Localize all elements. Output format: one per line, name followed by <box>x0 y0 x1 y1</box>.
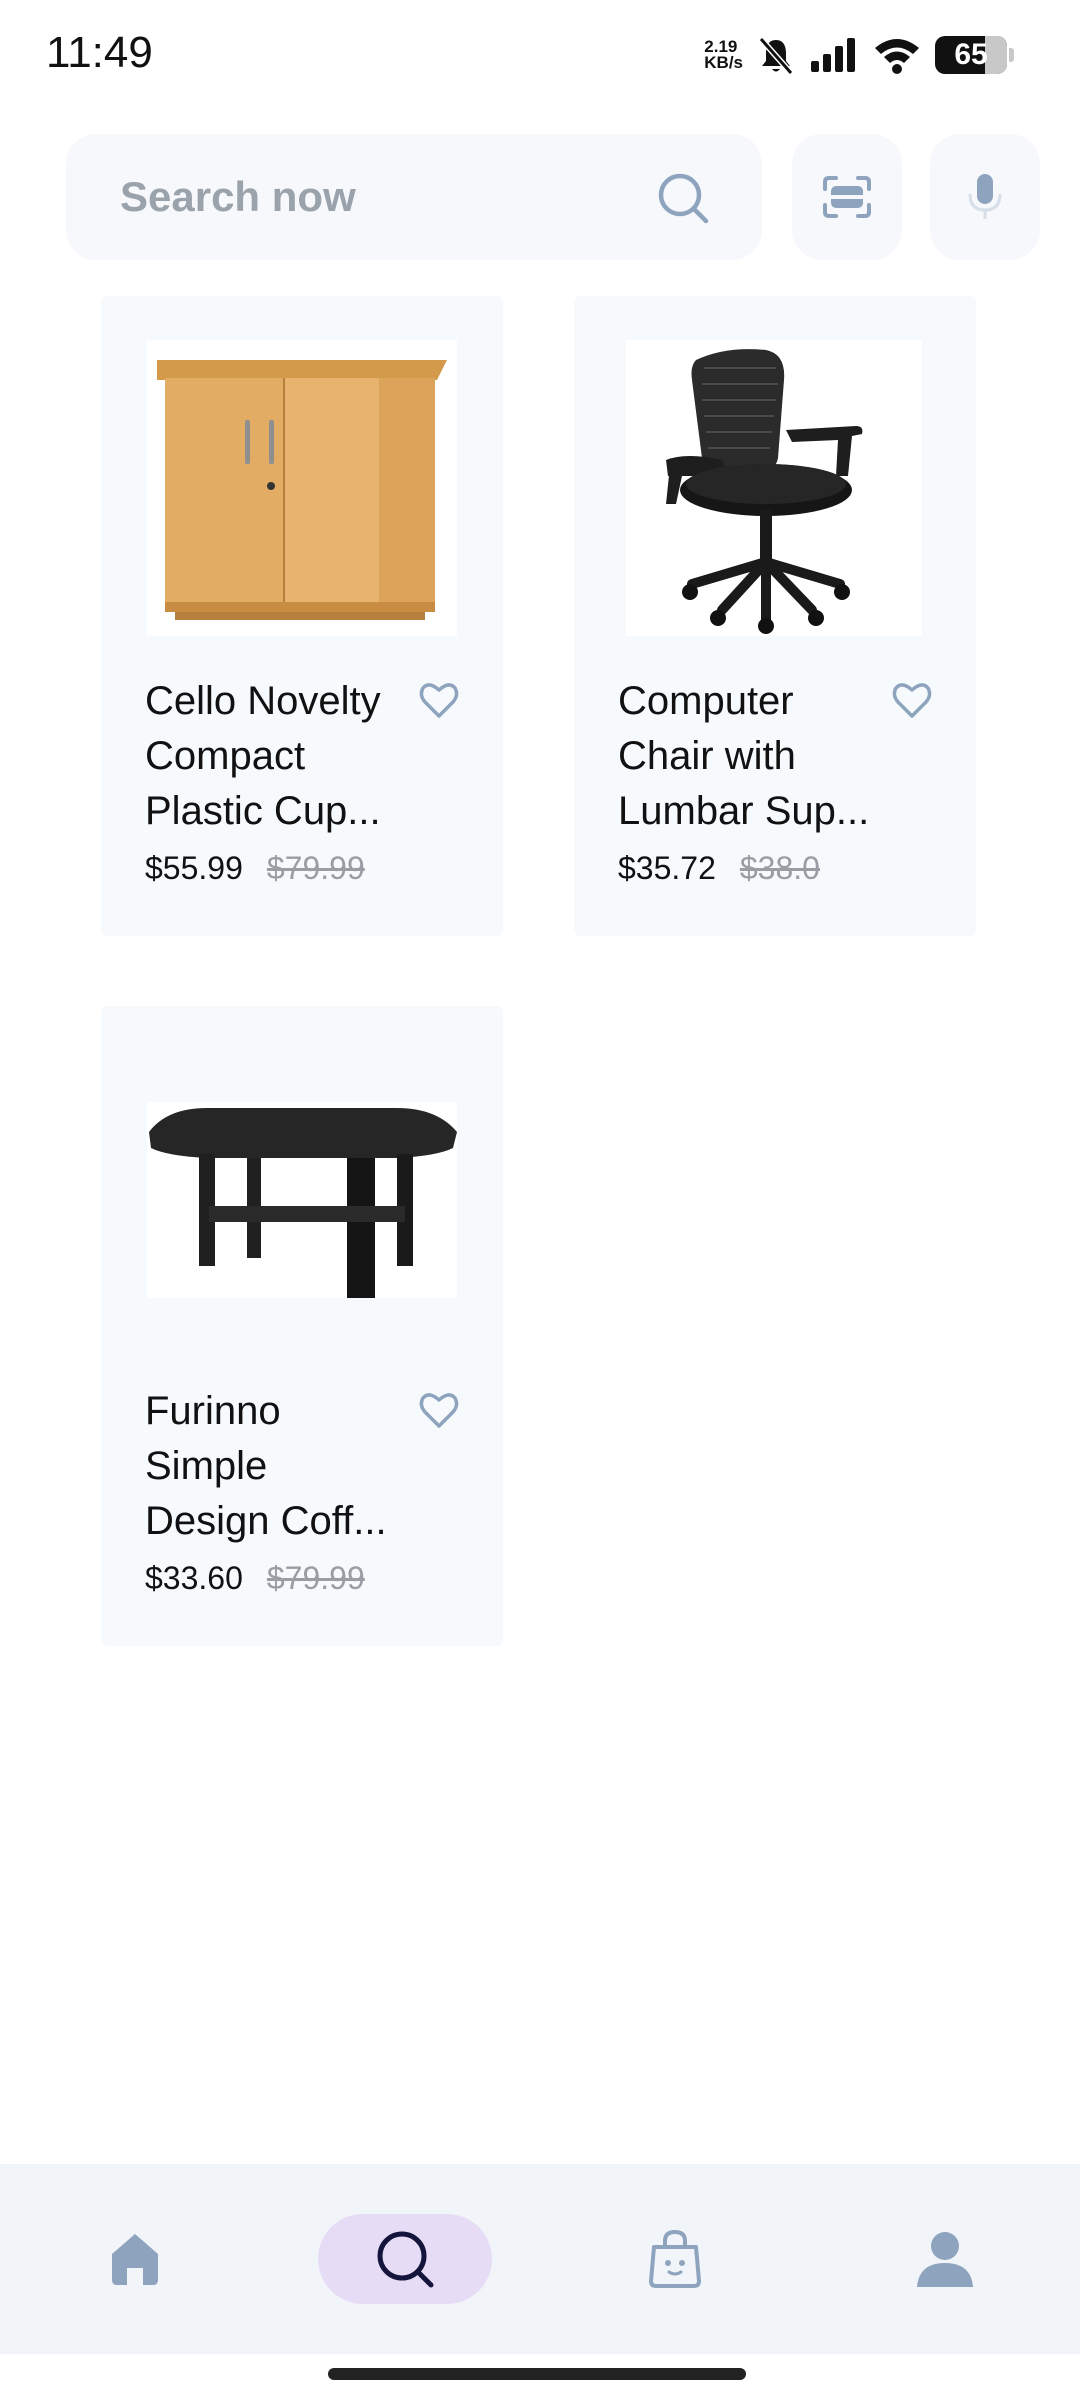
scan-icon <box>823 176 871 218</box>
product-card[interactable]: Cello Novelty Compact Plastic Cup... $55… <box>101 296 503 936</box>
product-original-price: $38.0 <box>739 850 820 886</box>
product-price: $33.60 <box>145 1560 243 1596</box>
search-placeholder: Search now <box>120 173 356 220</box>
product-image-coffee-table <box>147 1102 457 1298</box>
product-image-cabinet <box>147 340 457 636</box>
battery-indicator: 65 <box>935 36 1007 74</box>
product-price: $55.99 <box>145 850 243 886</box>
bell-muted-icon <box>758 37 794 75</box>
battery-tip <box>1009 48 1014 62</box>
product-price: $35.72 <box>618 850 716 886</box>
price-row: $55.99 $79.99 <box>145 850 365 887</box>
search-input[interactable]: Search now <box>66 134 762 260</box>
product-card[interactable]: Computer Chair with Lumbar Sup... $35.72… <box>574 296 976 936</box>
status-icons: 2.19 KB/s 65 <box>704 30 1014 80</box>
network-speed: 2.19 KB/s <box>704 38 743 72</box>
product-original-price: $79.99 <box>266 1560 365 1596</box>
voice-search-button[interactable] <box>930 134 1040 260</box>
shopping-bag-icon <box>649 2229 701 2288</box>
nav-profile[interactable] <box>905 2214 985 2304</box>
price-row: $33.60 $79.99 <box>145 1560 365 1597</box>
battery-level: 65 <box>954 38 988 71</box>
image-scan-button[interactable] <box>792 134 902 260</box>
favorite-heart-icon[interactable] <box>417 1388 461 1432</box>
product-card[interactable]: Furinno Simple Design Coff... $33.60 $79… <box>101 1006 503 1646</box>
nav-search[interactable] <box>318 2214 492 2304</box>
product-title[interactable]: Cello Novelty Compact Plastic Cup... <box>145 674 415 839</box>
product-image-chair <box>626 340 922 636</box>
nav-bag[interactable] <box>635 2214 715 2304</box>
status-time: 11:49 <box>46 28 153 77</box>
profile-icon <box>917 2232 973 2287</box>
microphone-icon <box>968 174 1002 219</box>
product-title[interactable]: Computer Chair with Lumbar Sup... <box>618 674 888 839</box>
search-icon <box>377 2231 434 2288</box>
status-bar: 11:49 2.19 KB/s 65 <box>0 0 1080 110</box>
home-icon <box>112 2234 158 2285</box>
signal-icon <box>811 38 855 72</box>
bottom-navigation-bar <box>0 2164 1080 2354</box>
home-indicator[interactable] <box>328 2368 746 2380</box>
favorite-heart-icon[interactable] <box>417 678 461 722</box>
network-speed-unit: KB/s <box>704 53 743 72</box>
price-row: $35.72 $38.0 <box>618 850 820 887</box>
product-title[interactable]: Furinno Simple Design Coff... <box>145 1384 415 1549</box>
wifi-icon <box>875 39 919 74</box>
search-icon[interactable] <box>656 171 710 225</box>
nav-home[interactable] <box>95 2214 175 2304</box>
favorite-heart-icon[interactable] <box>890 678 934 722</box>
product-original-price: $79.99 <box>266 850 365 886</box>
